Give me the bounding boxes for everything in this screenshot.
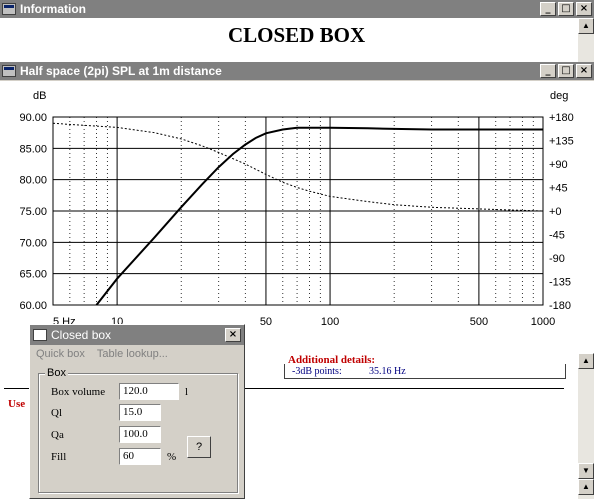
menu-table-lookup[interactable]: Table lookup... (97, 348, 168, 360)
fill-label: Fill (51, 451, 67, 463)
maximize-button[interactable]: □ (558, 64, 574, 78)
box-volume-unit: l (185, 386, 189, 398)
y2-tick-label: +135 (549, 136, 574, 148)
scroll-up-button[interactable]: ▲ (578, 479, 594, 495)
y2-tick-label: +0 (549, 206, 562, 218)
x-tick-label: 1000 (531, 316, 555, 328)
y-tick-label: 70.00 (19, 237, 47, 249)
y-tick-label: 80.00 (19, 175, 47, 187)
information-scrollbar[interactable]: ▲ (578, 18, 594, 62)
x-tick-label: 500 (470, 316, 488, 328)
phase-curve (52, 122, 544, 212)
y2-tick-label: -135 (549, 277, 571, 289)
y2-tick-label: -180 (549, 300, 571, 312)
y2-tick-label: -90 (549, 253, 565, 265)
window-icon (2, 65, 16, 77)
scroll-down-button[interactable]: ▼ (578, 463, 594, 479)
close-button[interactable]: × (576, 2, 592, 16)
dialog-close-button[interactable]: × (225, 328, 241, 342)
information-titlebar[interactable]: Information _ □ × (0, 0, 594, 18)
design-heading: CLOSED BOX (228, 23, 366, 47)
chart-titlebar[interactable]: Half space (2pi) SPL at 1m distance _ □ … (0, 62, 594, 80)
y2-tick-label: +90 (549, 159, 568, 171)
minus-3db-label: -3dB points: (292, 366, 342, 377)
spl-chart: 90.00 85.00 80.00 75.00 70.00 65.00 60.00 +180 +… (19, 90, 574, 328)
information-window: Information _ □ × CLOSED BOX ▲ (0, 0, 594, 62)
ql-input[interactable]: 15.0 (119, 404, 161, 421)
help-button[interactable]: ? (187, 436, 211, 458)
close-button[interactable]: × (576, 64, 592, 78)
chart-title: Half space (2pi) SPL at 1m distance (20, 64, 222, 78)
box-group: Box Box volume 120.0 l Ql 15.0 Qa 100.0 … (38, 367, 238, 493)
closed-box-dialog: Closed box × Quick box Table lookup... B… (29, 324, 245, 499)
details-scrollbar[interactable]: ▲ ▼ ▲ (578, 353, 594, 499)
menu-quick-box[interactable]: Quick box (36, 348, 85, 360)
box-group-label: Box (45, 367, 68, 379)
dialog-titlebar[interactable]: Closed box × (30, 325, 244, 345)
y-tick-label: 90.00 (19, 112, 47, 124)
scroll-up-button[interactable]: ▲ (578, 18, 594, 34)
minimize-button[interactable]: _ (540, 2, 556, 16)
chart-area: 90.00 85.00 80.00 75.00 70.00 65.00 60.00 +180 +… (0, 81, 594, 353)
y-tick-label: 75.00 (19, 206, 47, 218)
scroll-up-button[interactable]: ▲ (578, 353, 594, 369)
window-icon (2, 3, 16, 15)
y2-axis-label: deg (550, 90, 568, 102)
box-volume-label: Box volume (51, 386, 106, 398)
qa-input[interactable]: 100.0 (119, 426, 161, 443)
qa-label: Qa (51, 429, 64, 441)
box-volume-input[interactable]: 120.0 (119, 383, 179, 400)
y-tick-label: 85.00 (19, 143, 47, 155)
y2-tick-label: +180 (549, 112, 574, 124)
minus-3db-value: 35.16 Hz (369, 366, 406, 377)
minimize-button[interactable]: _ (540, 64, 556, 78)
dialog-menu: Quick box Table lookup... (36, 348, 168, 360)
fill-unit: % (167, 451, 177, 463)
x-tick-label: 100 (321, 316, 339, 328)
divider-line (240, 388, 564, 389)
information-title: Information (20, 2, 86, 16)
y-tick-label: 65.00 (19, 269, 47, 281)
x-tick-label: 50 (260, 316, 272, 328)
ql-label: Ql (51, 407, 62, 419)
spl-curve (95, 126, 543, 306)
y2-tick-label: +45 (549, 183, 568, 195)
y-axis-label: dB (33, 90, 46, 102)
window-icon (33, 329, 47, 341)
y-tick-label: 60.00 (19, 300, 47, 312)
y2-tick-label: -45 (549, 230, 565, 242)
maximize-button[interactable]: □ (558, 2, 574, 16)
fill-input[interactable]: 60 (119, 448, 161, 465)
dialog-title: Closed box (51, 328, 112, 342)
partial-text: Use (8, 398, 26, 410)
